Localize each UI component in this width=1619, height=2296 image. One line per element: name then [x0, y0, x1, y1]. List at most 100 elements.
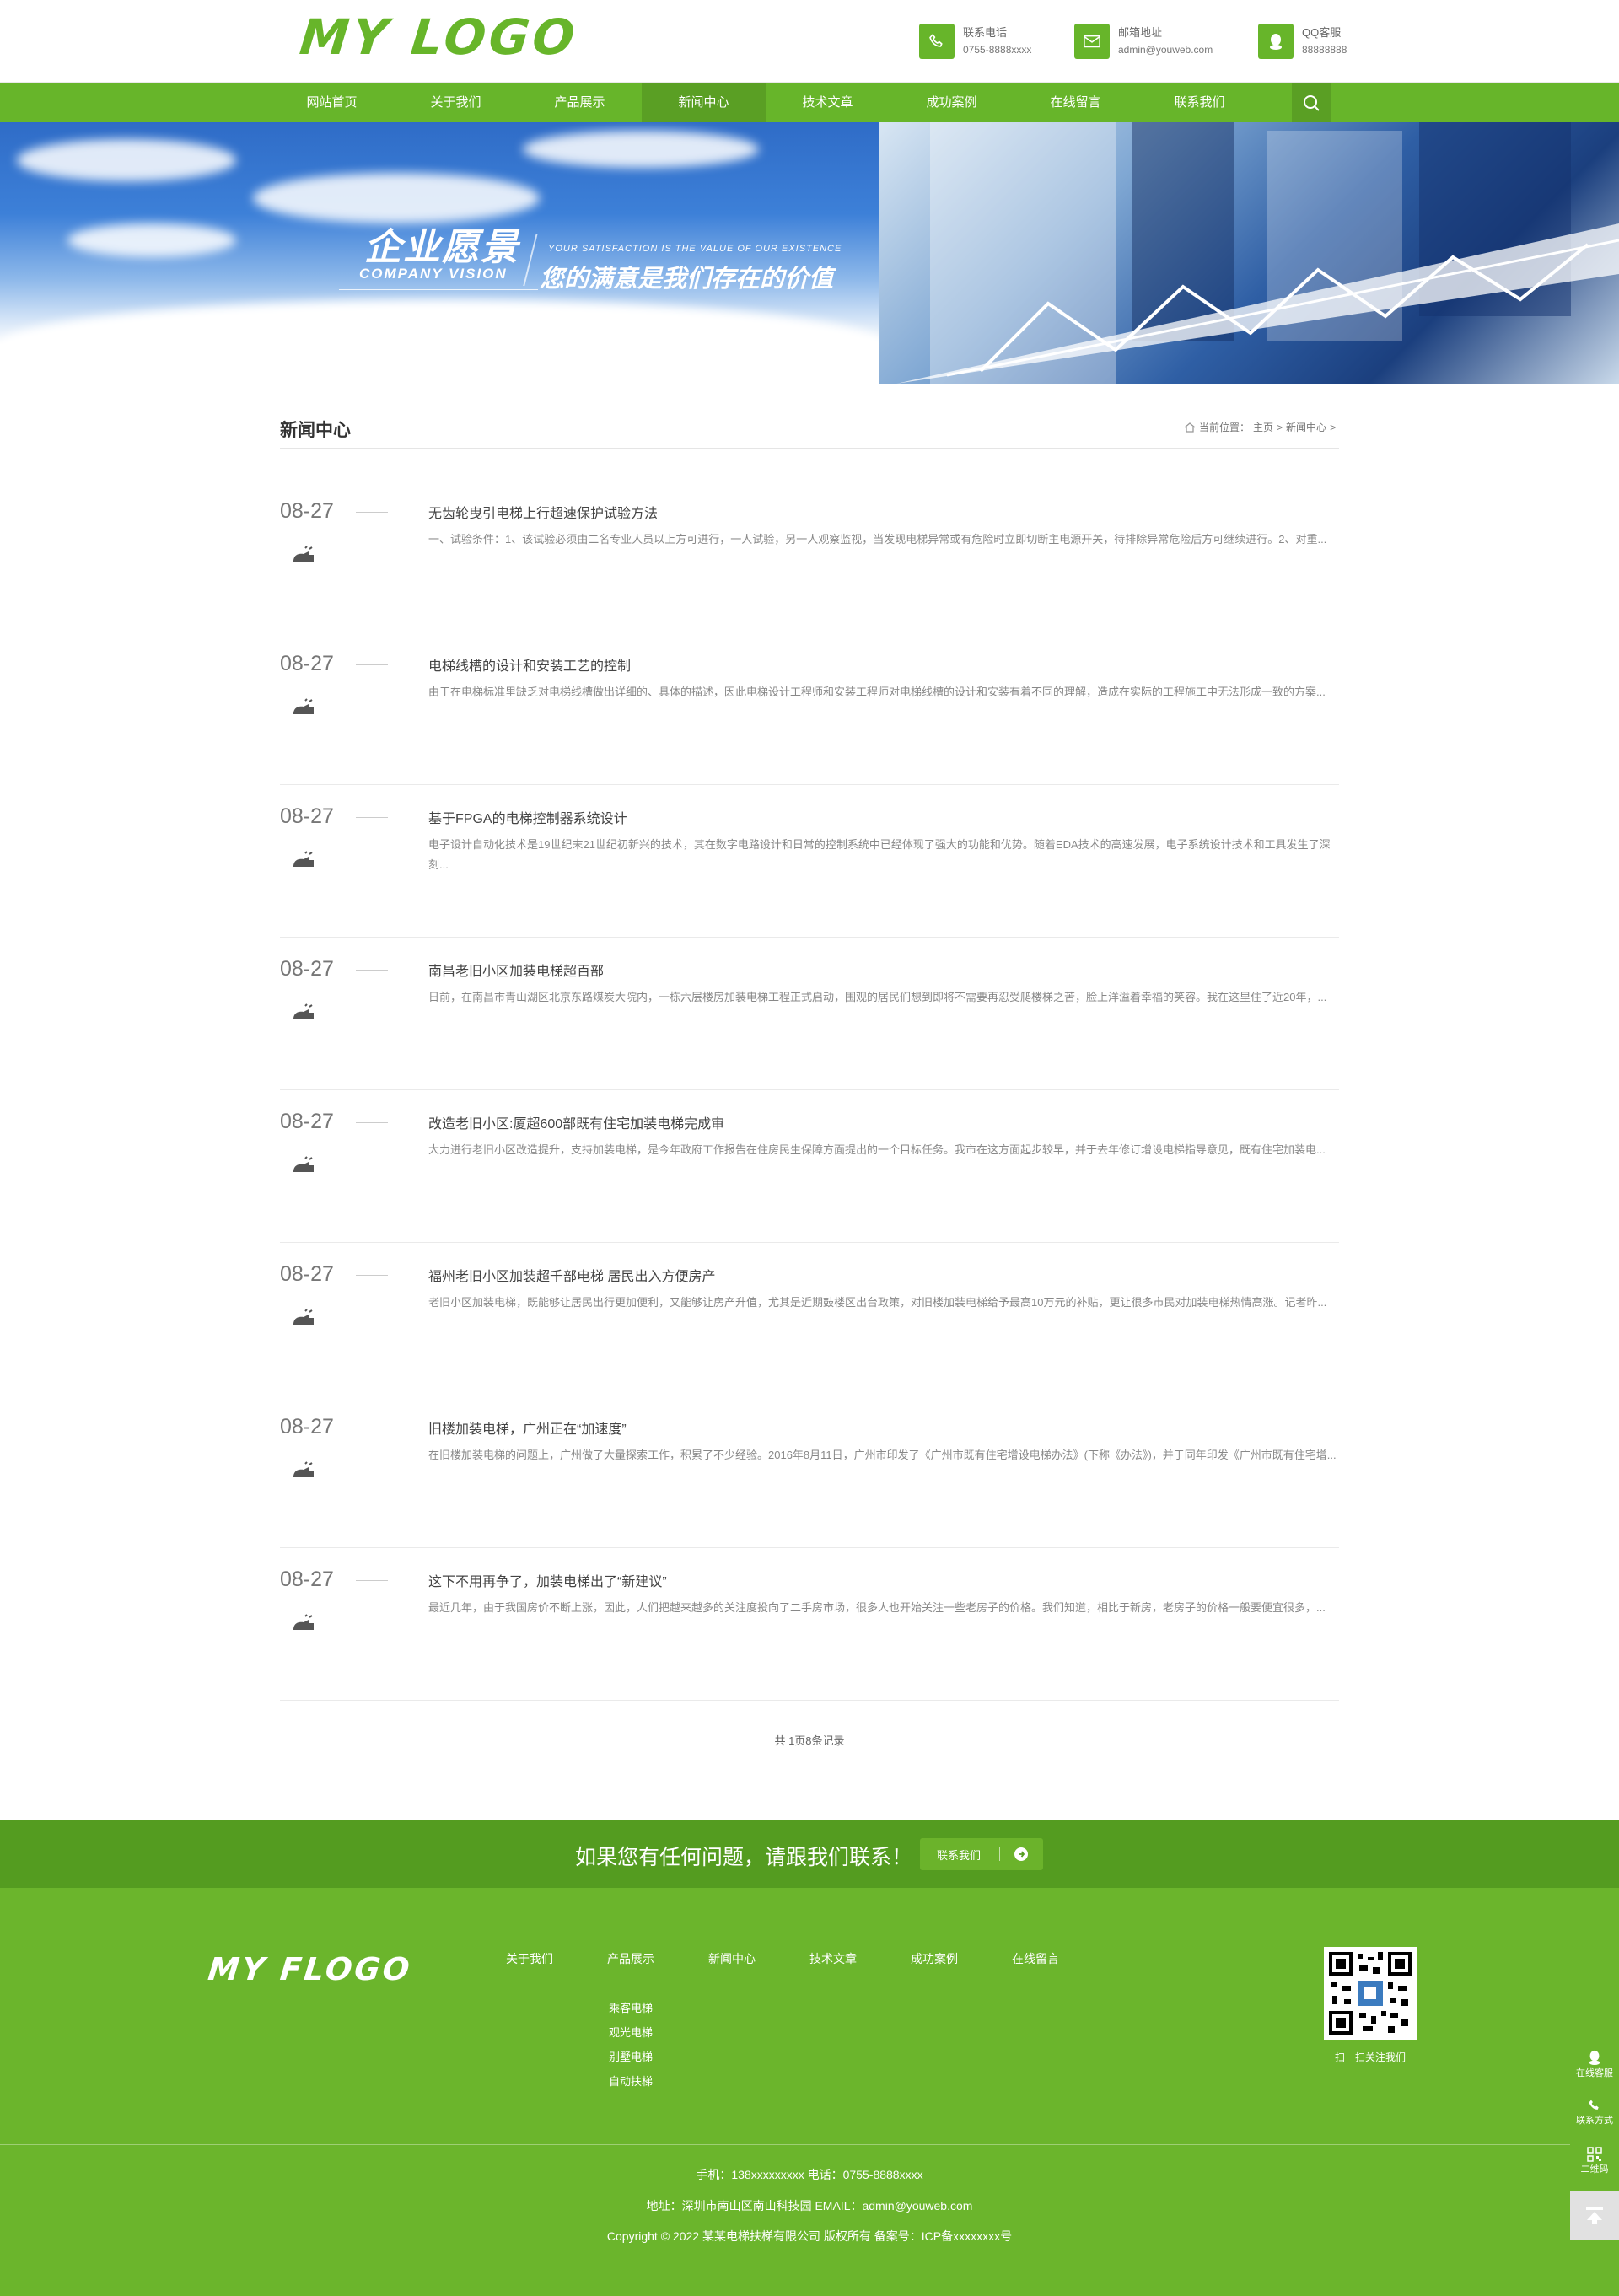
news-date: 08-27: [280, 1110, 334, 1133]
footer-link-products[interactable]: 产品展示: [580, 1950, 681, 1967]
news-title[interactable]: 电梯线槽的设计和安装工艺的控制: [428, 654, 631, 675]
contact-phone: 联系电话 0755-8888xxxx: [919, 22, 1031, 61]
qq-icon: [1258, 24, 1294, 59]
divider: [356, 1275, 388, 1276]
page: { "header": { "logo": "MY LOGO", "contac…: [0, 0, 1619, 2296]
nav-contact[interactable]: 联系我们: [1138, 83, 1261, 122]
news-date: 08-27: [280, 652, 334, 675]
banner-title: 企业愿景: [364, 227, 519, 268]
back-to-top-button[interactable]: [1570, 2191, 1619, 2240]
hand-click-icon: [293, 1614, 314, 1630]
footer-link-message[interactable]: 在线留言: [985, 1950, 1086, 1967]
news-title[interactable]: 福州老旧小区加装超千部电梯 居民出入方便房产: [428, 1265, 715, 1285]
side-online-service-label: 在线客服: [1576, 2068, 1613, 2078]
nav-products[interactable]: 产品展示: [518, 83, 642, 122]
news-date: 08-27: [280, 957, 334, 981]
side-online-service[interactable]: 在线客服: [1570, 2044, 1619, 2093]
contact-email-label: 邮箱地址: [1118, 26, 1163, 39]
contact-qq: QQ客服 88888888: [1258, 22, 1347, 61]
breadcrumb-prefix: 当前位置：: [1199, 422, 1251, 433]
qr-code: [1324, 1947, 1417, 2040]
footer-link-about[interactable]: 关于我们: [479, 1950, 580, 1967]
news-item[interactable]: 08-27 旧楼加装电梯，广州正在“加速度” 在旧楼加装电梯的问题上，广州做了大…: [280, 1396, 1339, 1548]
news-item[interactable]: 08-27 电梯线槽的设计和安装工艺的控制 由于在电梯标准里缺乏对电梯线槽做出详…: [280, 633, 1339, 785]
footer-col-message: 在线留言: [985, 1950, 1086, 1996]
side-contact[interactable]: 联系方式: [1570, 2093, 1619, 2142]
news-summary: 日前，在南昌市青山湖区北京东路煤炭大院内，一栋六层楼房加装电梯工程正式启动，围观…: [428, 991, 1327, 1003]
news-title[interactable]: 南昌老旧小区加装电梯超百部: [428, 960, 604, 980]
footer-col-articles: 技术文章: [783, 1950, 884, 1996]
hero-banner: 企业愿景 COMPANY VISION YOUR SATISFACTION IS…: [0, 122, 1619, 384]
news-date: 08-27: [280, 1567, 334, 1591]
banner-slogan: 您的满意是我们存在的价值: [540, 266, 834, 293]
news-item[interactable]: 08-27 福州老旧小区加装超千部电梯 居民出入方便房产 老旧小区加装电梯，既能…: [280, 1244, 1339, 1395]
cta-text: 如果您有任何问题，请跟我们联系！: [575, 1846, 913, 1869]
phone-icon: [919, 24, 955, 59]
news-date: 08-27: [280, 1262, 334, 1286]
news-title[interactable]: 改造老旧小区:厦超600部既有住宅加装电梯完成审: [428, 1112, 724, 1132]
banner-building-image: [879, 122, 1619, 384]
footer-link-passenger-elevator[interactable]: 乘客电梯: [580, 1996, 681, 2020]
banner-cloud: [17, 139, 236, 181]
footer-link-news[interactable]: 新闻中心: [681, 1950, 783, 1967]
site-logo[interactable]: MY LOGO: [297, 8, 580, 66]
nav-about[interactable]: 关于我们: [394, 83, 518, 122]
footer-link-escalator[interactable]: 自动扶梯: [580, 2069, 681, 2094]
search-icon: [1304, 95, 1320, 111]
divider: [356, 970, 388, 971]
divider: [356, 1122, 388, 1123]
footer-col-cases: 成功案例: [884, 1950, 985, 1996]
news-title[interactable]: 旧楼加装电梯，广州正在“加速度”: [428, 1417, 627, 1438]
hand-click-icon: [293, 1309, 314, 1325]
qr-label: 扫一扫关注我们: [1334, 2051, 1406, 2063]
footer-link-articles[interactable]: 技术文章: [783, 1950, 884, 1967]
breadcrumb-separator: >: [1330, 421, 1337, 433]
hand-click-icon: [293, 1156, 314, 1172]
hand-click-icon: [293, 698, 314, 714]
nav-cases[interactable]: 成功案例: [890, 83, 1014, 122]
news-date: 08-27: [280, 499, 334, 523]
search-button[interactable]: [1292, 83, 1331, 122]
nav-message[interactable]: 在线留言: [1014, 83, 1138, 122]
news-item[interactable]: 08-27 这下不用再争了，加装电梯出了“新建议” 最近几年，由于我国房价不断上…: [280, 1549, 1339, 1701]
news-item[interactable]: 08-27 南昌老旧小区加装电梯超百部 日前，在南昌市青山湖区北京东路煤炭大院内…: [280, 938, 1339, 1090]
nav-home[interactable]: 网站首页: [270, 83, 394, 122]
banner-small-en: YOUR SATISFACTION IS THE VALUE OF OUR EX…: [548, 244, 842, 254]
footer-link-villa-elevator[interactable]: 别墅电梯: [580, 2045, 681, 2069]
divider: [356, 664, 388, 665]
divider: [356, 512, 388, 513]
back-to-top-icon: [1586, 2207, 1603, 2224]
nav-articles[interactable]: 技术文章: [766, 83, 890, 122]
news-title[interactable]: 无齿轮曳引电梯上行超速保护试验方法: [428, 502, 658, 522]
banner-cloud: [253, 173, 540, 223]
banner-cloud: [0, 299, 885, 384]
side-qrcode[interactable]: 二维码: [1570, 2142, 1619, 2191]
banner-cloud: [523, 131, 759, 168]
site-header: MY LOGO 联系电话 0755-8888xxxx 邮箱地址 admin@youw…: [0, 0, 1619, 83]
footer-link-sightseeing-elevator[interactable]: 观光电梯: [580, 2020, 681, 2045]
hand-click-icon: [293, 851, 314, 867]
side-qrcode-label: 二维码: [1580, 2164, 1609, 2175]
contact-cta-bar: 如果您有任何问题，请跟我们联系！ 联系我们: [0, 1820, 1619, 1888]
banner-subtitle-en: COMPANY VISION: [359, 266, 508, 282]
footer-link-cases[interactable]: 成功案例: [884, 1950, 985, 1967]
footer-logo[interactable]: MY FLOGO: [207, 1951, 414, 1987]
news-title[interactable]: 这下不用再争了，加装电梯出了“新建议”: [428, 1570, 667, 1590]
news-item[interactable]: 08-27 改造老旧小区:厦超600部既有住宅加装电梯完成审 大力进行老旧小区改…: [280, 1091, 1339, 1243]
breadcrumb-home-link[interactable]: 主页: [1253, 420, 1273, 434]
contact-us-button[interactable]: 联系我们: [920, 1838, 1043, 1870]
phone-icon: [1570, 2093, 1619, 2113]
news-title[interactable]: 基于FPGA的电梯控制器系统设计: [428, 807, 627, 827]
contact-qq-value: 88888888: [1302, 44, 1347, 56]
news-item[interactable]: 08-27 无齿轮曳引电梯上行超速保护试验方法 一、试验条件：1、该试验必须由二…: [280, 481, 1339, 632]
contact-phone-value: 0755-8888xxxx: [963, 44, 1032, 56]
breadcrumb-current-link[interactable]: 新闻中心: [1286, 420, 1326, 434]
news-item[interactable]: 08-27 基于FPGA的电梯控制器系统设计 电子设计自动化技术是19世纪末21…: [280, 786, 1339, 938]
main-nav: 网站首页 关于我们 产品展示 新闻中心 技术文章 成功案例 在线留言 联系我们: [0, 83, 1619, 122]
nav-news[interactable]: 新闻中心: [642, 83, 766, 122]
news-summary: 大力进行老旧小区改造提升，支持加装电梯，是今年政府工作报告在住房民生保障方面提出…: [428, 1143, 1326, 1156]
divider: [0, 2144, 1619, 2145]
news-summary: 最近几年，由于我国房价不断上涨，因此，人们把越来越多的关注度投向了二手房市场，很…: [428, 1601, 1326, 1614]
pagination-info: 共 1页8条记录: [774, 1734, 845, 1747]
hand-click-icon: [293, 1003, 314, 1019]
